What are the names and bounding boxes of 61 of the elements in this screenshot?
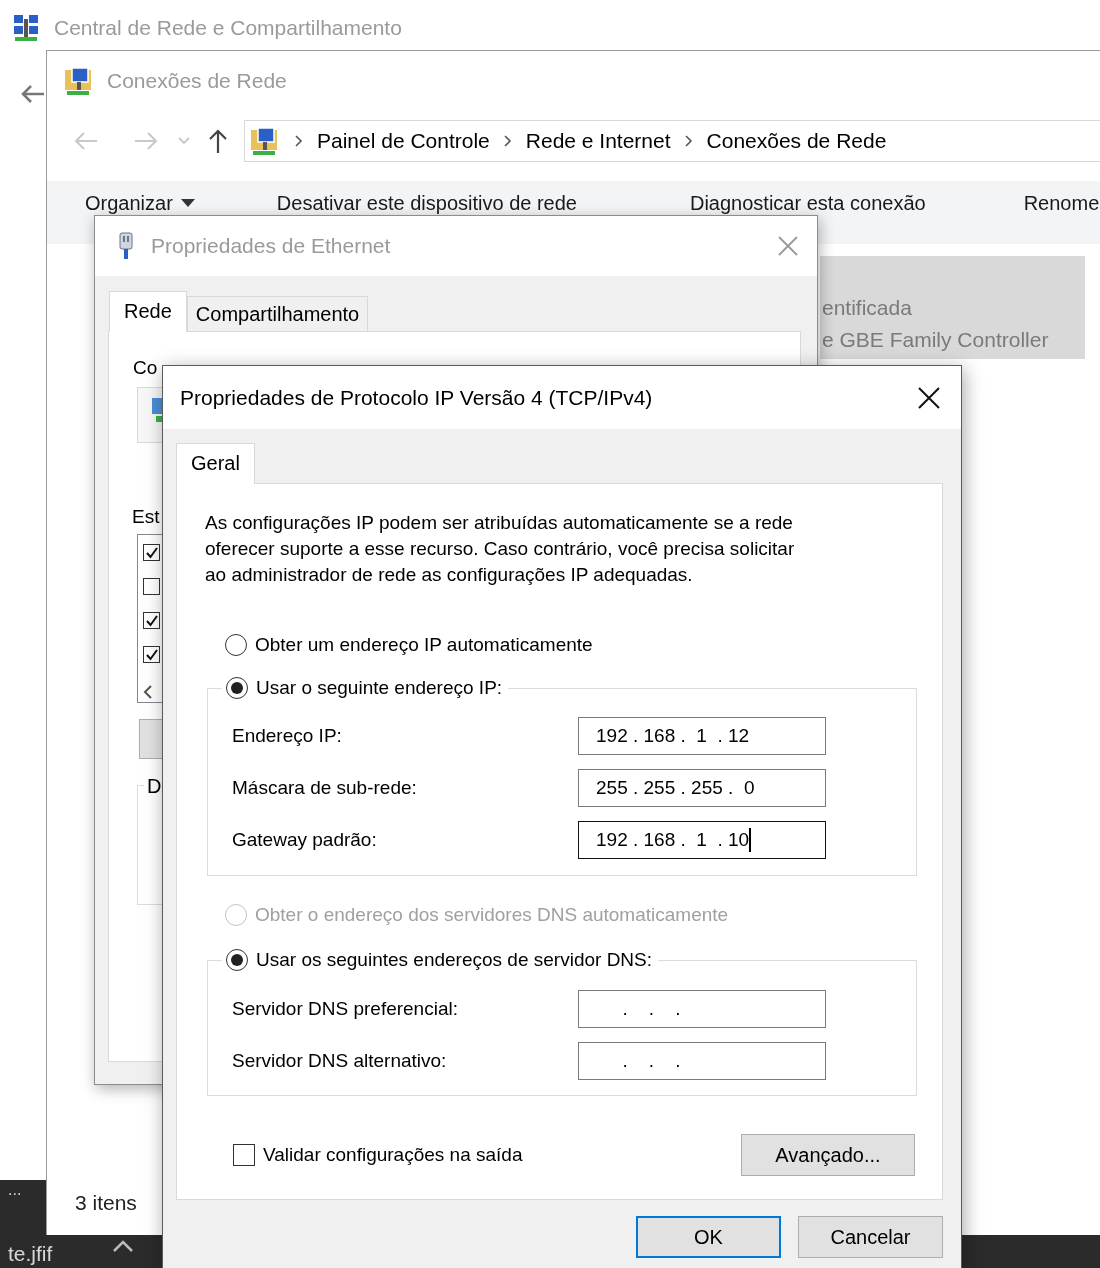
checkmark-icon [145,614,158,627]
ip-address-field[interactable]: 192 . 168 . 1 . 10 [578,821,826,859]
advanced-button[interactable]: Avançado... [741,1134,915,1176]
toolbar-command[interactable]: Desativar este dispositivo de rede [276,190,577,216]
toolbar-command[interactable]: Diagnosticar esta conexão [689,190,926,216]
checkbox[interactable] [143,646,160,664]
field-label: Gateway padrão: [232,827,377,852]
address-bar[interactable]: Painel de Controle Rede e Internet Conexões de Rede [244,120,1100,162]
checkbox[interactable] [233,1144,255,1166]
back-arrow-icon[interactable] [20,83,46,105]
window-title: Conexões de Rede [107,68,287,95]
field-label: Máscara de sub-rede: [232,775,417,800]
radio-label[interactable]: Obter um endereço IP automaticamente [255,632,593,658]
status-bar-text: 3 itens [75,1191,137,1214]
checkmark-icon [145,648,158,661]
checkmark-icon [145,546,158,559]
radio-button[interactable] [226,949,248,971]
chevron-right-icon[interactable] [503,135,512,147]
caret-down-icon [180,199,195,207]
chevron-right-icon[interactable] [295,135,303,147]
network-icon [12,12,40,43]
close-icon[interactable] [917,385,941,410]
checkbox[interactable] [143,578,160,596]
plug-icon [117,231,135,261]
radio-label[interactable]: Usar os seguintes endereços de servidor DNS: [256,947,653,973]
ip-address-field[interactable]: . . . [578,990,826,1028]
window-title: Central de Rede e Compartilhamento [54,14,402,41]
radio-label[interactable]: Usar o seguinte endereço IP: [256,675,503,701]
toolbar-command[interactable]: Organizar [85,190,195,216]
ip-address-field[interactable]: . . . [578,1042,826,1080]
ip-address-field[interactable]: 192 . 168 . 1 . 12 [578,717,826,755]
chevron-up-icon[interactable] [112,1240,135,1252]
taskbar-file[interactable]: te.jfif [8,1240,53,1266]
field-label: Endereço IP: [232,723,342,748]
tab[interactable]: Compartilhamento [186,296,369,331]
dialog-button[interactable]: OK [636,1216,781,1258]
radio-button[interactable] [226,677,248,699]
breadcrumb-item[interactable]: Conexões de Rede [706,127,887,155]
tab[interactable]: Geral [176,443,255,484]
checkbox-label[interactable]: Validar configurações na saída [263,1142,523,1168]
field-label: Servidor DNS preferencial: [232,996,458,1021]
dialog-title: Propriedades de Protocolo IP Versão 4 (TCP/IPv4) [180,384,653,411]
scroll-left-icon[interactable] [143,685,153,700]
breadcrumb-item[interactable]: Painel de Controle [317,127,490,155]
breadcrumb-item[interactable]: Rede e Internet [525,127,671,155]
field-label: Co [133,357,158,378]
toolbar-command[interactable]: Renome [1023,190,1100,216]
window-title: Propriedades de Ethernet [151,233,391,260]
field-label: Est [132,505,160,527]
ip-address-field[interactable]: 255 . 255 . 255 . 0 [578,769,826,807]
overflow-label[interactable]: ... [8,1180,22,1200]
checkbox[interactable] [143,544,160,562]
intro-paragraph: As configurações IP podem ser atribuídas automaticamente se a rede oferecer suporte a esse recurso. Caso contrário, você precisa solicitar ao administrador de rede as configurações IP adequadas. [205,511,796,587]
checkbox[interactable] [143,612,160,630]
text-cursor [749,828,751,852]
radio-button[interactable] [225,634,247,656]
dialog-button[interactable]: Cancelar [798,1216,943,1258]
chevron-right-icon[interactable] [684,135,693,147]
tab[interactable]: Rede [109,291,187,332]
up-arrow-icon[interactable] [207,128,229,154]
field-label: Servidor DNS alternativo: [232,1048,447,1073]
